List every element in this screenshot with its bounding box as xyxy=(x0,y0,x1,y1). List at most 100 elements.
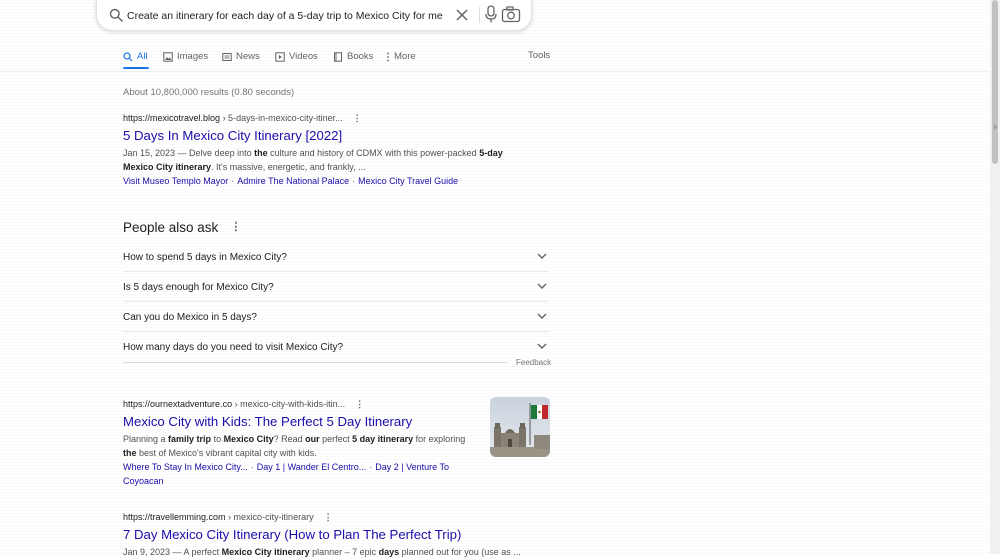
result-thumbnail[interactable] xyxy=(490,397,550,457)
snippet-text: culture and history of CDMX with this po… xyxy=(267,148,480,158)
paa-title: People also ask xyxy=(123,220,219,235)
snippet-bold: our xyxy=(305,434,320,444)
result-date: Jan 9, 2023 — xyxy=(123,547,184,557)
news-icon xyxy=(222,53,232,61)
snippet-text: Planning a xyxy=(123,434,169,444)
camera-icon[interactable] xyxy=(501,6,521,23)
people-also-ask-list: How to spend 5 days in Mexico City? Is 5… xyxy=(123,242,549,361)
sitelinks: Where To Stay In Mexico City... · Day 1 | … xyxy=(123,461,479,488)
snippet-bold: 5 day itinerary xyxy=(352,434,414,444)
scrollbar-thumb[interactable] xyxy=(992,0,998,164)
sitelink[interactable]: Visit Museo Templo Mayor xyxy=(123,176,228,186)
tab-videos[interactable]: Videos xyxy=(275,49,318,65)
play-icon xyxy=(275,52,285,62)
search-icon xyxy=(109,8,123,22)
cathedral-flag-image xyxy=(490,397,550,457)
paa-question-text: How many days do you need to visit Mexic… xyxy=(123,342,344,353)
snippet-bold: Mexico City itinerary xyxy=(221,547,310,557)
tab-all-label: All xyxy=(137,51,148,62)
sitelink-separator: · xyxy=(369,462,373,472)
snippet-text: Delve deep into xyxy=(189,148,255,158)
paa-question-text: Can you do Mexico in 5 days? xyxy=(123,312,257,323)
tab-news[interactable]: News xyxy=(222,49,260,65)
chevron-down-icon xyxy=(537,253,547,259)
sitelink-separator: · xyxy=(250,462,254,472)
snippet-text: best of Mexico's vibrant capital city wi… xyxy=(136,447,317,458)
result-title[interactable]: 7 Day Mexico City Itinerary (How to Plan… xyxy=(123,526,523,543)
tab-books[interactable]: Books xyxy=(333,49,373,65)
snippet-bold: the xyxy=(254,148,268,158)
sitelink[interactable]: Mexico City Travel Guide xyxy=(358,176,458,186)
search-input[interactable]: Create an itinerary for each day of a 5-… xyxy=(127,9,445,23)
result-snippet: Jan 9, 2023 — A perfect Mexico City itin… xyxy=(123,546,523,560)
result-domain: https://travellemming.com xyxy=(123,512,226,522)
people-also-ask-heading: People also ask ⋮ xyxy=(123,219,241,236)
clear-icon[interactable] xyxy=(455,8,469,22)
sitelink[interactable]: Admire The National Palace xyxy=(237,176,349,186)
result-snippet: Jan 15, 2023 — Delve deep into the cultu… xyxy=(123,147,503,174)
search-box[interactable]: Create an itinerary for each day of a 5-… xyxy=(96,0,532,31)
result-domain: https://mexicotravel.blog xyxy=(123,113,221,123)
result-title[interactable]: Mexico City with Kids: The Perfect 5 Day… xyxy=(123,413,479,430)
result-url[interactable]: https://travellemming.com › mexico-city-… xyxy=(123,511,523,523)
search-icon xyxy=(123,52,133,62)
tab-images[interactable]: Images xyxy=(163,49,208,65)
sitelink-separator: · xyxy=(231,176,235,186)
more-options-icon[interactable]: ⋮ xyxy=(355,398,364,410)
tab-videos-label: Videos xyxy=(289,51,318,62)
snippet-text: perfect xyxy=(319,434,353,444)
more-options-icon[interactable]: ⋮ xyxy=(353,112,362,124)
scroll-marker-icon xyxy=(994,124,998,130)
book-icon xyxy=(334,52,342,62)
tools-button[interactable]: Tools xyxy=(528,49,550,63)
result-title[interactable]: 5 Days In Mexico City Itinerary [2022] xyxy=(123,127,503,144)
image-icon xyxy=(163,52,173,62)
result-path: › mexico-city-itinerary xyxy=(228,512,314,522)
snippet-bold: Mexico City xyxy=(223,434,274,444)
sitelink[interactable]: Where To Stay In Mexico City... xyxy=(123,462,248,472)
tab-all[interactable]: All xyxy=(123,49,148,65)
chevron-down-icon xyxy=(537,283,547,289)
more-options-icon[interactable]: ⋮ xyxy=(230,219,241,236)
result-date: Jan 15, 2023 — xyxy=(123,148,190,158)
tab-images-label: Images xyxy=(177,51,209,62)
search-result: https://travellemming.com › mexico-city-… xyxy=(123,511,523,560)
snippet-bold: the xyxy=(123,447,137,458)
result-domain: https://ournextadventure.co xyxy=(123,399,233,409)
tab-books-label: Books xyxy=(347,51,374,62)
result-stats: About 10,800,000 results (0.80 seconds) xyxy=(123,87,295,98)
kebab-icon xyxy=(387,52,389,62)
paa-question[interactable]: Can you do Mexico in 5 days? xyxy=(123,302,549,332)
search-result: https://mexicotravel.blog › 5-days-in-me… xyxy=(123,112,503,189)
feedback-divider xyxy=(123,362,508,363)
search-divider xyxy=(479,7,480,23)
snippet-bold: days xyxy=(378,547,400,557)
paa-question[interactable]: How many days do you need to visit Mexic… xyxy=(123,332,549,361)
tab-more-label: More xyxy=(394,51,416,62)
snippet-text: to xyxy=(211,434,224,444)
result-url[interactable]: https://ournextadventure.co › mexico-cit… xyxy=(123,398,479,410)
paa-question[interactable]: Is 5 days enough for Mexico City? xyxy=(123,272,549,302)
snippet-text: for exploring xyxy=(413,434,466,444)
tab-news-label: News xyxy=(236,51,260,62)
active-tab-indicator xyxy=(123,67,149,69)
sitelink[interactable]: Day 1 | Wander El Centro... xyxy=(257,462,367,472)
mic-icon[interactable] xyxy=(484,5,498,24)
result-path: › 5-days-in-mexico-city-itiner... xyxy=(222,113,343,123)
sitelinks: Visit Museo Templo Mayor · Admire The Nati… xyxy=(123,175,503,189)
feedback-link[interactable]: Feedback xyxy=(516,357,551,368)
snippet-text: A perfect xyxy=(183,547,222,557)
snippet-text: ? Read xyxy=(273,434,306,444)
sitelink-separator: · xyxy=(352,176,356,186)
more-options-icon[interactable]: ⋮ xyxy=(324,511,333,523)
snippet-text: . It's massive, energetic, and frankly, … xyxy=(211,161,366,172)
search-result: https://ournextadventure.co › mexico-cit… xyxy=(123,398,479,488)
paa-question[interactable]: How to spend 5 days in Mexico City? xyxy=(123,242,549,272)
result-url[interactable]: https://mexicotravel.blog › 5-days-in-me… xyxy=(123,112,503,124)
chevron-down-icon xyxy=(537,343,547,349)
tabs-divider xyxy=(0,71,1000,72)
paa-question-text: How to spend 5 days in Mexico City? xyxy=(123,252,287,263)
result-snippet: Planning a family trip to Mexico City? R… xyxy=(123,433,479,460)
tab-more[interactable]: More xyxy=(386,49,416,65)
snippet-text: planned out for you (use as ... xyxy=(399,547,521,557)
